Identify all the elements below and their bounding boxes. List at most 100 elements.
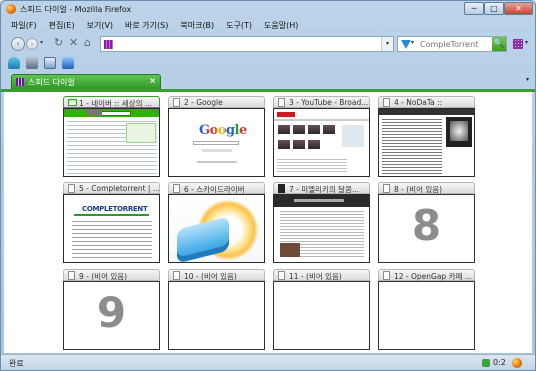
dial-8[interactable]: 8 - (비어 있음) 8 xyxy=(378,182,475,263)
tab-close-icon[interactable]: × xyxy=(149,76,156,85)
dial-header: 1 - 네이버 :: 세상의 ... xyxy=(63,96,160,108)
dial-number: 9 xyxy=(96,288,127,337)
dial-title: 4 - NoDaTa :: xyxy=(394,98,443,107)
dial-thumbnail[interactable] xyxy=(273,108,370,177)
chat-bookmark-icon[interactable] xyxy=(8,57,20,69)
page-icon xyxy=(383,271,390,280)
speed-dial-grid-icon[interactable] xyxy=(513,39,523,49)
dial-thumbnail[interactable] xyxy=(273,194,370,263)
navigation-toolbar: ‹ › ▾ ↻ ✕ ⌂ ▾ ▾ 🔍 ▾ xyxy=(5,35,533,53)
url-dropdown-button[interactable]: ▾ xyxy=(381,37,393,51)
home-button[interactable]: ⌂ xyxy=(84,36,91,49)
tab-list-dropdown-icon[interactable]: ▾ xyxy=(526,76,529,83)
menu-tools[interactable]: 도구(T) xyxy=(220,19,258,33)
dial-thumbnail[interactable]: 8 xyxy=(378,194,475,263)
menu-help[interactable]: 도움말(H) xyxy=(258,19,304,33)
dial-thumbnail[interactable] xyxy=(63,108,160,177)
dial-number: 8 xyxy=(411,201,442,250)
dial-title: 5 - Completorrent | ... xyxy=(79,184,159,193)
dial-3[interactable]: 3 - YouTube - Broad... xyxy=(273,96,370,177)
page-icon xyxy=(173,184,180,193)
dial-thumbnail[interactable]: COMPLETORRENT xyxy=(63,194,160,263)
tab-label: 스피드 다이얼 xyxy=(28,78,75,87)
completorrent-logo: COMPLETORRENT xyxy=(82,205,148,213)
menu-go[interactable]: 바로 가기(S) xyxy=(119,19,174,33)
reload-button[interactable]: ↻ xyxy=(54,36,63,49)
page-icon xyxy=(278,271,285,280)
dial-header: 6 - 스카이드라이버 xyxy=(168,182,265,194)
youtube-thumbnail xyxy=(274,109,369,176)
search-engine-dropdown-icon[interactable]: ▾ xyxy=(411,39,414,46)
dial-11[interactable]: 11 - (비어 있음) xyxy=(273,269,370,350)
dial-header: 12 - OpenGap 카페 ... xyxy=(378,269,475,281)
forward-button[interactable]: › xyxy=(26,38,38,50)
dial-header: 3 - YouTube - Broad... xyxy=(273,96,370,108)
dial-1[interactable]: 1 - 네이버 :: 세상의 ... xyxy=(63,96,160,177)
dial-thumbnail[interactable] xyxy=(168,281,265,350)
tools-bookmark-icon[interactable] xyxy=(26,57,38,69)
dial-4[interactable]: 4 - NoDaTa :: xyxy=(378,96,475,177)
search-go-button[interactable]: 🔍 xyxy=(492,37,506,51)
dial-header: 10 - (비어 있음) xyxy=(168,269,265,281)
google-logo: Google xyxy=(199,123,247,138)
dial-thumbnail[interactable] xyxy=(378,108,475,177)
browser-window: 스피드 다이얼 - Mozilla Firefox ─ □ ✕ 파일(F) 편집… xyxy=(0,0,536,371)
menu-bar: 파일(F) 편집(E) 보기(V) 바로 가기(S) 북마크(B) 도구(T) … xyxy=(5,19,304,33)
dial-2[interactable]: 2 - Google Google xyxy=(168,96,265,177)
naver-thumbnail xyxy=(64,109,159,176)
search-engine-icon[interactable] xyxy=(401,40,411,49)
page-icon xyxy=(278,98,285,107)
maximize-button[interactable]: □ xyxy=(484,2,504,15)
url-bar[interactable]: ▾ xyxy=(100,36,394,52)
stop-button[interactable]: ✕ xyxy=(69,36,78,49)
search-bar[interactable]: ▾ 🔍 xyxy=(397,36,507,52)
google-thumbnail: Google xyxy=(169,109,264,176)
window-bookmark-icon[interactable] xyxy=(44,57,56,69)
dial-6[interactable]: 6 - 스카이드라이버 xyxy=(168,182,265,263)
dial-thumbnail[interactable] xyxy=(168,194,265,263)
menu-bookmarks[interactable]: 북마크(B) xyxy=(174,19,220,33)
close-window-button[interactable]: ✕ xyxy=(504,2,533,15)
search-input[interactable] xyxy=(420,37,488,51)
history-dropdown-icon[interactable]: ▾ xyxy=(40,39,43,46)
blue-bookmark-icon[interactable] xyxy=(62,57,74,69)
back-button[interactable]: ‹ xyxy=(11,37,25,51)
tab-speed-dial[interactable]: 스피드 다이얼 × xyxy=(11,74,161,89)
blog-thumbnail xyxy=(274,195,369,262)
speed-dial-favicon-icon xyxy=(104,40,113,49)
page-icon xyxy=(383,184,390,193)
dial-thumbnail[interactable] xyxy=(378,281,475,350)
menu-file[interactable]: 파일(F) xyxy=(5,19,43,33)
page-icon xyxy=(173,271,180,280)
window-title: 스피드 다이얼 - Mozilla Firefox xyxy=(20,5,132,14)
status-text: 완료 xyxy=(9,359,24,368)
status-bar: 완료 0:2 xyxy=(1,354,535,370)
dial-thumbnail[interactable] xyxy=(273,281,370,350)
dial-9[interactable]: 9 - (비어 있음) 9 xyxy=(63,269,160,350)
status-counter: 0:2 xyxy=(493,358,506,367)
addon-status-icon[interactable] xyxy=(482,359,490,367)
dial-5[interactable]: 5 - Completorrent | ... COMPLETORRENT xyxy=(63,182,160,263)
grid-dropdown-icon[interactable]: ▾ xyxy=(525,39,528,46)
dial-10[interactable]: 10 - (비어 있음) xyxy=(168,269,265,350)
dial-title: 2 - Google xyxy=(184,98,223,107)
minimize-button[interactable]: ─ xyxy=(464,2,484,15)
page-icon xyxy=(173,98,180,107)
dial-12[interactable]: 12 - OpenGap 카페 ... xyxy=(378,269,475,350)
speed-dial-tab-icon xyxy=(16,78,24,86)
page-icon xyxy=(68,271,75,280)
dial-header: 8 - (비어 있음) xyxy=(378,182,475,194)
dial-thumbnail[interactable]: Google xyxy=(168,108,265,177)
dial-thumbnail[interactable]: 9 xyxy=(63,281,160,350)
bookmarks-toolbar xyxy=(5,55,74,71)
monitor-icon xyxy=(68,99,77,106)
dial-header: 5 - Completorrent | ... xyxy=(63,182,160,194)
dial-header: 11 - (비어 있음) xyxy=(273,269,370,281)
page-icon xyxy=(68,184,75,193)
page-icon xyxy=(383,98,390,107)
firefox-status-icon[interactable] xyxy=(512,358,522,368)
menu-view[interactable]: 보기(V) xyxy=(81,19,119,33)
menu-edit[interactable]: 편집(E) xyxy=(43,19,81,33)
dial-7[interactable]: 7 - 미엘리키의 달콤... xyxy=(273,182,370,263)
completorrent-thumbnail: COMPLETORRENT xyxy=(64,195,159,262)
